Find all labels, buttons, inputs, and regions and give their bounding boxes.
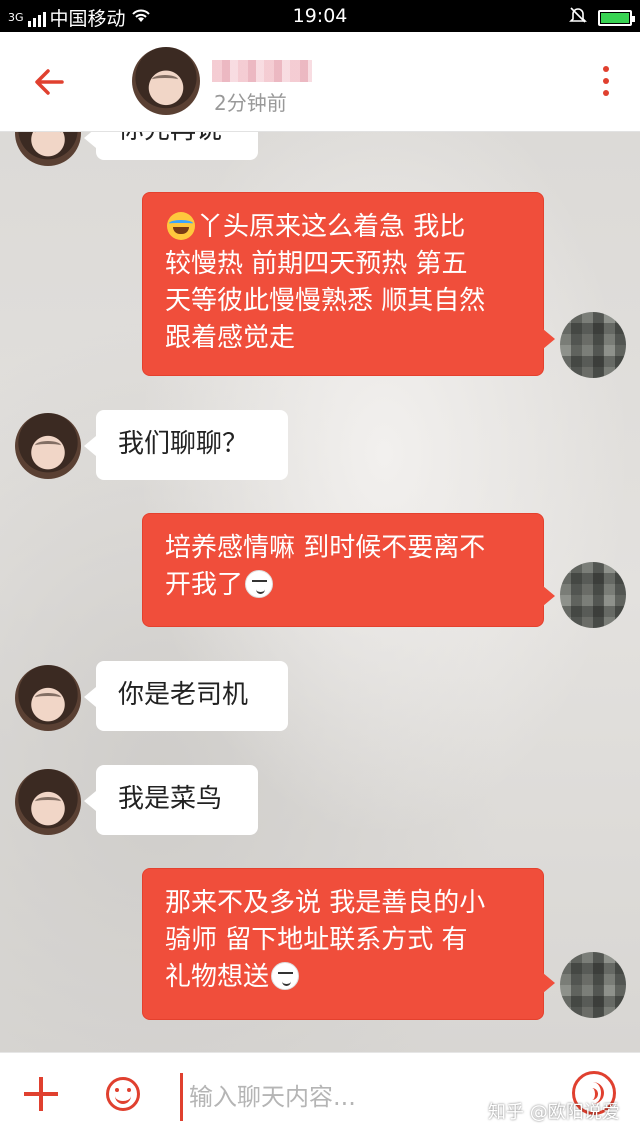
message-outgoing[interactable]: 丫头原来这么着急 我比 较慢热 前期四天预热 第五 天等彼此慢慢熟悉 顺其自然 …	[142, 192, 555, 376]
message-incoming[interactable]: 我是菜鸟	[84, 765, 258, 835]
my-avatar-pixelated[interactable]	[560, 312, 626, 378]
plus-icon[interactable]	[24, 1077, 58, 1111]
contact-avatar[interactable]	[15, 132, 81, 166]
smirk-emoji-icon	[271, 962, 300, 990]
status-right	[568, 5, 635, 30]
chat-header: 2分钟前	[0, 32, 640, 132]
message-incoming[interactable]: 我们聊聊？	[84, 410, 288, 480]
last-seen: 2分钟前	[214, 91, 287, 115]
laugh-cry-emoji-icon	[167, 212, 195, 240]
message-text-line: 丫头原来这么着急 我比	[197, 212, 466, 242]
more-vertical-icon[interactable]	[602, 66, 610, 98]
arrow-left-icon[interactable]	[30, 62, 70, 102]
contact-avatar[interactable]	[132, 47, 200, 115]
message-text: 你先再说	[118, 132, 222, 145]
message-outgoing[interactable]: 那来不及多说 我是善良的小 骑师 留下地址联系方式 有 礼物想送	[142, 868, 555, 1020]
message-text-line: 天等彼此慢慢熟悉 顺其自然	[165, 286, 486, 316]
contact-name-blurred	[212, 60, 312, 82]
status-time: 19:04	[292, 5, 348, 27]
message-text-line: 培养感情嘛 到时候不要离不	[165, 533, 486, 563]
mute-bell-icon	[568, 5, 588, 30]
message-text: 我们聊聊？	[118, 429, 249, 459]
contact-avatar[interactable]	[15, 769, 81, 835]
watermark: 知乎 @欧阳说爱	[488, 1102, 620, 1123]
message-text-line: 开我了	[165, 570, 244, 600]
contact-avatar[interactable]	[15, 665, 81, 731]
message-text-line: 那来不及多说 我是善良的小	[165, 888, 486, 918]
status-bar: 3G 中国移动 19:04	[0, 0, 640, 32]
message-text-line: 骑师 留下地址联系方式 有	[165, 925, 468, 955]
message-text-line: 礼物想送	[165, 962, 270, 992]
message-text: 我是菜鸟	[118, 784, 223, 814]
chat-input[interactable]	[180, 1073, 491, 1121]
message-text-line: 较慢热 前期四天预热 第五	[165, 249, 468, 279]
my-avatar-pixelated[interactable]	[560, 952, 626, 1018]
message-text-line: 跟着感觉走	[165, 323, 296, 353]
battery-icon	[598, 9, 635, 26]
chat-area[interactable]: 你先再说 丫头原来这么着急 我比 较慢热 前期四天预热 第五 天等彼此慢慢熟悉 …	[0, 132, 640, 1052]
smirk-emoji-icon	[245, 570, 274, 598]
message-incoming[interactable]: 你是老司机	[84, 661, 288, 731]
my-avatar-pixelated[interactable]	[560, 562, 626, 628]
contact-avatar[interactable]	[15, 413, 81, 479]
message-text: 你是老司机	[118, 680, 249, 710]
input-bar	[0, 1052, 640, 1139]
message-incoming[interactable]: 你先再说	[84, 132, 258, 160]
smiley-icon[interactable]	[106, 1077, 140, 1111]
message-outgoing[interactable]: 培养感情嘛 到时候不要离不 开我了	[142, 513, 555, 627]
